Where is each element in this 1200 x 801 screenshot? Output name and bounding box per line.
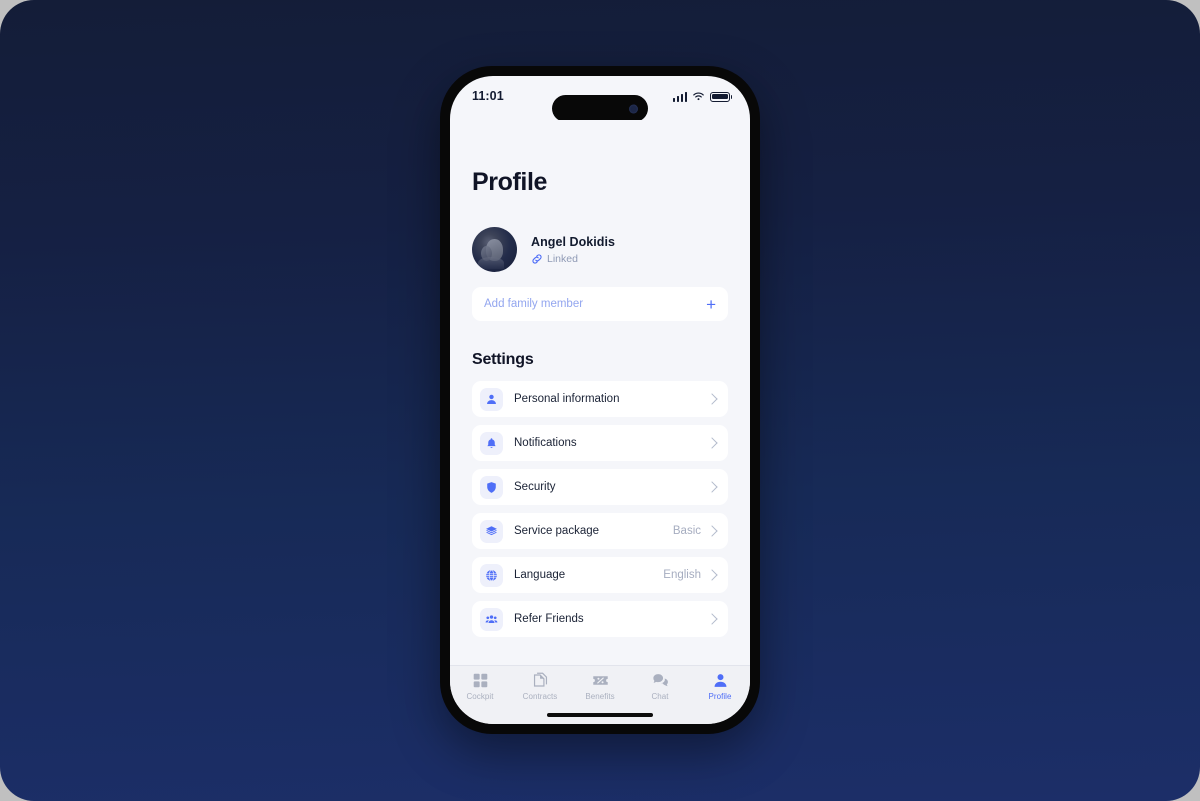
add-family-member-field[interactable]: Add family member + [472, 287, 728, 321]
bell-icon [480, 431, 503, 455]
plus-icon[interactable]: + [706, 296, 716, 313]
tab-label: Profile [708, 692, 732, 701]
phone-frame: 11:01 Profile Angel Dokidis Linked Add f… [440, 66, 760, 734]
background-stage: 11:01 Profile Angel Dokidis Linked Add f… [0, 0, 1200, 801]
link-icon [532, 253, 542, 264]
tab-benefits[interactable]: Benefits [570, 672, 630, 701]
front-camera-icon [629, 104, 638, 113]
settings-row-label: Notifications [514, 437, 577, 449]
user-profile-row[interactable]: Angel Dokidis Linked [472, 227, 728, 272]
status-bar: 11:01 [450, 76, 750, 122]
settings-heading: Settings [472, 351, 534, 368]
tab-label: Contracts [522, 692, 558, 701]
user-info: Angel Dokidis Linked [531, 235, 615, 265]
chevron-right-icon [706, 613, 718, 625]
tab-profile[interactable]: Profile [690, 672, 750, 701]
settings-row-refer-friends[interactable]: Refer Friends [472, 601, 728, 637]
tab-label: Chat [651, 692, 669, 701]
document-icon [533, 672, 547, 687]
ticket-percent-icon [592, 676, 608, 685]
settings-row-security[interactable]: Security [472, 469, 728, 505]
chevron-right-icon [706, 569, 718, 581]
add-family-member-label: Add family member [484, 298, 584, 310]
chevron-right-icon [706, 481, 718, 493]
settings-row-value: Basic [672, 525, 701, 537]
chevron-right-icon [706, 437, 718, 449]
tab-label: Cockpit [466, 692, 494, 701]
tab-label: Benefits [585, 692, 615, 701]
layers-icon [480, 519, 503, 543]
chat-bubbles-icon [652, 674, 668, 687]
chevron-right-icon [706, 393, 718, 405]
settings-row-notifications[interactable]: Notifications [472, 425, 728, 461]
tab-contracts[interactable]: Contracts [510, 672, 570, 701]
person-icon [480, 387, 503, 411]
user-name: Angel Dokidis [531, 234, 615, 249]
globe-icon [480, 563, 503, 587]
cellular-signal-icon [672, 91, 687, 102]
settings-row-label: Language [514, 569, 566, 581]
settings-row-label: Service package [514, 525, 600, 537]
linked-status: Linked [531, 253, 615, 265]
settings-row-label: Personal information [514, 393, 620, 405]
dynamic-island [552, 95, 648, 122]
phone-screen: 11:01 Profile Angel Dokidis Linked Add f… [450, 76, 750, 724]
people-icon [480, 607, 503, 631]
shield-icon [480, 475, 503, 499]
settings-row-service-package[interactable]: Service package Basic [472, 513, 728, 549]
settings-row-personal-information[interactable]: Personal information [472, 381, 728, 417]
avatar [472, 227, 517, 272]
status-clock: 11:01 [472, 89, 504, 103]
page-title: Profile [472, 168, 547, 196]
status-indicators [672, 91, 730, 102]
scroll-body[interactable]: Profile Angel Dokidis Linked Add family … [450, 120, 750, 665]
home-indicator [547, 713, 653, 717]
grid-icon [473, 673, 487, 688]
wifi-icon [693, 92, 704, 101]
linked-label: Linked [547, 252, 578, 265]
settings-row-label: Security [514, 481, 556, 493]
tab-cockpit[interactable]: Cockpit [450, 672, 510, 701]
tab-chat[interactable]: Chat [630, 672, 690, 701]
chevron-right-icon [706, 525, 718, 537]
settings-row-label: Refer Friends [514, 613, 584, 625]
settings-row-value: English [663, 569, 701, 581]
person-icon [714, 674, 726, 687]
battery-icon [710, 91, 730, 102]
settings-row-language[interactable]: Language English [472, 557, 728, 593]
